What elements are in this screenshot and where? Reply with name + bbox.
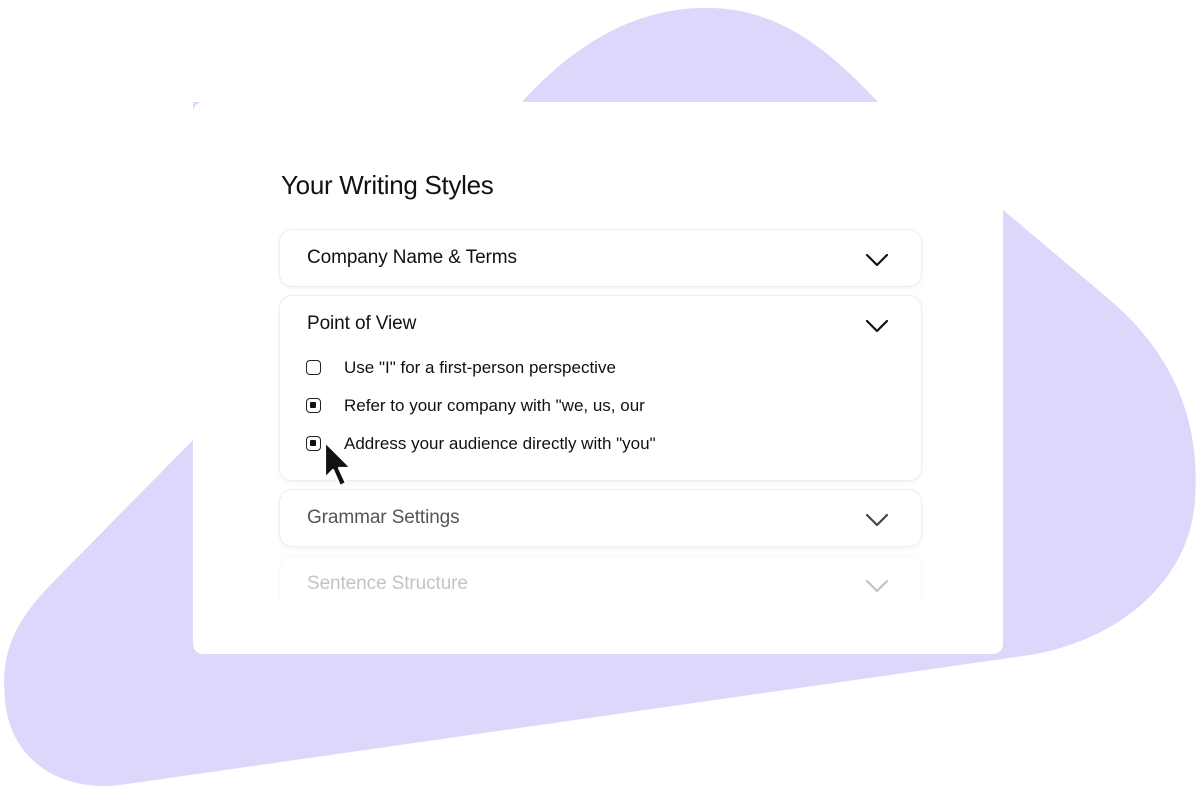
section-header-grammar-settings[interactable]: Grammar Settings [280,490,921,546]
section-header-point-of-view[interactable]: Point of View [280,296,921,352]
mouse-pointer-icon [323,440,353,488]
chevron-down-icon[interactable] [864,318,890,334]
section-point-of-view: Point of View Use "I" for a first-person… [280,296,921,480]
panel-title: Your Writing Styles [281,170,494,200]
section-grammar-settings: Grammar Settings [280,490,921,546]
option-first-person[interactable]: Use "I" for a first-person perspective [306,358,866,380]
chevron-down-icon[interactable] [864,252,890,268]
chevron-down-icon[interactable] [864,578,890,594]
option-company-we-us-our[interactable]: Refer to your company with "we, us, our [306,396,866,418]
checkbox-address-audience-you[interactable] [306,436,321,451]
section-label: Point of View [307,313,417,334]
checkbox-first-person[interactable] [306,360,321,375]
checkbox-company-we-us-our[interactable] [306,398,321,413]
option-label: Address your audience directly with "you… [344,434,656,453]
option-address-audience-you[interactable]: Address your audience directly with "you… [306,434,866,456]
section-label: Grammar Settings [307,507,460,528]
bottom-fade-overlay [273,594,933,654]
writing-styles-panel: Your Writing Styles Company Name & Terms… [193,102,1003,654]
option-label: Refer to your company with "we, us, our [344,396,645,415]
section-header-company-name-terms[interactable]: Company Name & Terms [280,230,921,286]
section-label: Company Name & Terms [307,247,517,268]
section-company-name-terms: Company Name & Terms [280,230,921,286]
option-label: Use "I" for a first-person perspective [344,358,616,377]
section-label: Sentence Structure [307,573,468,594]
chevron-down-icon[interactable] [864,512,890,528]
